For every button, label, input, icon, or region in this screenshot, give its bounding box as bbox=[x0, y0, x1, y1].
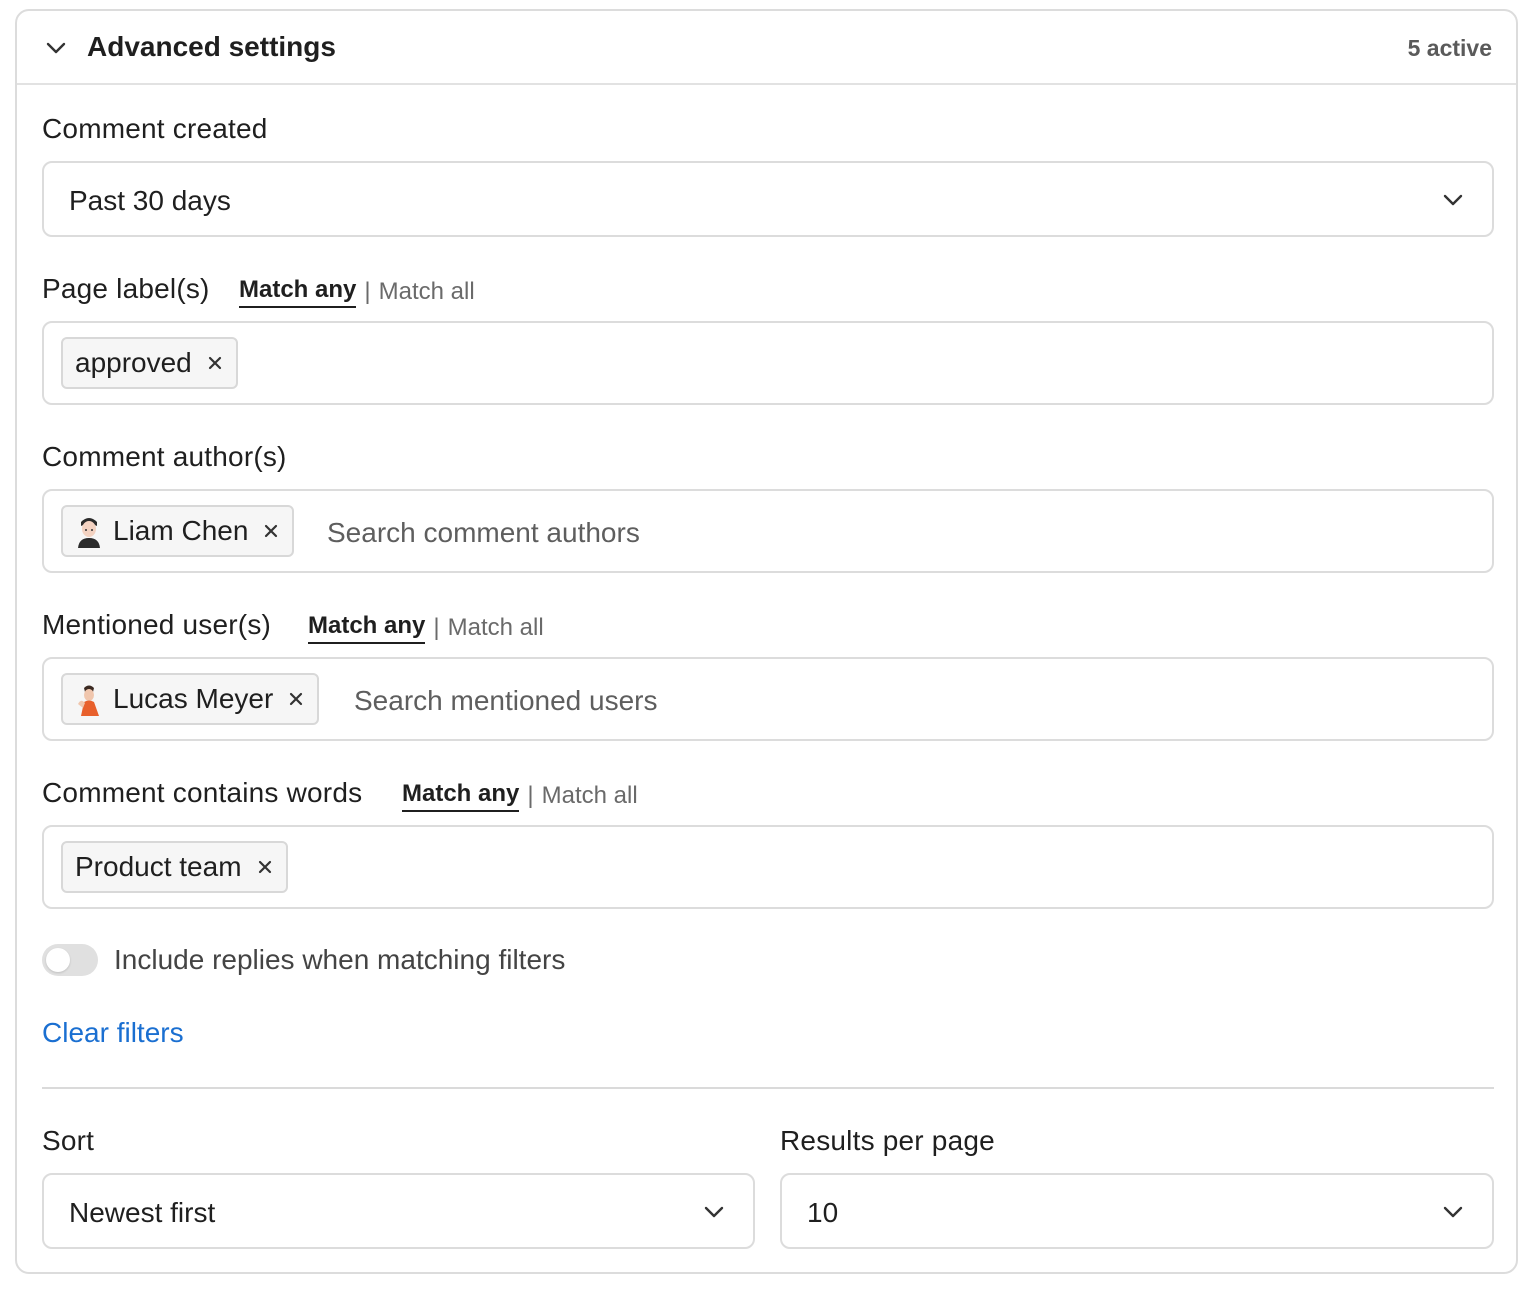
match-any-option[interactable]: Match any bbox=[239, 276, 357, 308]
results-per-page-select[interactable]: 10 bbox=[780, 1173, 1494, 1249]
comment-created-value: Past 30 days bbox=[69, 185, 231, 216]
chevron-down-icon[interactable] bbox=[45, 39, 67, 57]
close-icon[interactable] bbox=[264, 524, 278, 538]
include-replies-toggle[interactable] bbox=[42, 944, 98, 976]
comment-created-label: Comment created bbox=[42, 113, 268, 144]
avatar bbox=[78, 518, 100, 548]
mentioned-user-chip: Lucas Meyer bbox=[61, 673, 320, 725]
chip-label: Liam Chen bbox=[113, 515, 249, 546]
search-mentioned-users-input[interactable]: Search mentioned users bbox=[354, 685, 658, 717]
comment-created-select[interactable]: Past 30 days bbox=[42, 161, 1494, 237]
match-all-option[interactable]: Match all bbox=[379, 278, 475, 306]
page-labels-field[interactable]: approved bbox=[42, 321, 1494, 405]
chip-label: Lucas Meyer bbox=[113, 683, 274, 714]
match-separator: | bbox=[433, 614, 440, 641]
advanced-settings-panel: Advanced settings 5 active Comment creat… bbox=[15, 9, 1518, 1274]
panel-header[interactable]: Advanced settings 5 active bbox=[17, 11, 1516, 85]
match-all-option[interactable]: Match all bbox=[542, 782, 638, 810]
results-per-page-value: 10 bbox=[807, 1197, 839, 1228]
match-separator: | bbox=[527, 782, 534, 809]
sort-select[interactable]: Newest first bbox=[42, 1173, 755, 1249]
match-all-option[interactable]: Match all bbox=[448, 614, 544, 642]
page-labels-label: Page label(s) bbox=[42, 273, 210, 304]
close-icon[interactable] bbox=[258, 860, 272, 874]
comment-authors-field[interactable]: Liam Chen Search comment authors bbox=[42, 489, 1494, 573]
close-icon[interactable] bbox=[208, 356, 222, 370]
toggle-knob bbox=[46, 948, 70, 972]
comment-words-field[interactable]: Product team bbox=[42, 825, 1494, 909]
match-any-option[interactable]: Match any bbox=[402, 780, 520, 812]
sort-label: Sort bbox=[42, 1125, 95, 1156]
active-count-badge: 5 active bbox=[1407, 35, 1492, 61]
mentioned-users-field[interactable]: Lucas Meyer Search mentioned users bbox=[42, 657, 1494, 741]
chip-label: approved bbox=[75, 347, 192, 378]
sort-value: Newest first bbox=[69, 1197, 216, 1228]
divider bbox=[42, 1087, 1494, 1089]
search-authors-input[interactable]: Search comment authors bbox=[327, 517, 640, 549]
results-per-page-label: Results per page bbox=[780, 1125, 995, 1156]
chevron-down-icon bbox=[1443, 194, 1463, 206]
chip-label: Product team bbox=[75, 851, 242, 882]
mentioned-users-match-toggle: Match any | Match all bbox=[308, 612, 544, 644]
word-chip: Product team bbox=[61, 841, 288, 893]
close-icon[interactable] bbox=[289, 692, 303, 706]
label-chip: approved bbox=[61, 337, 238, 389]
mentioned-users-label: Mentioned user(s) bbox=[42, 609, 272, 640]
page-labels-match-toggle: Match any | Match all bbox=[239, 276, 475, 308]
comment-authors-label: Comment author(s) bbox=[42, 441, 287, 472]
chevron-down-icon bbox=[1443, 1206, 1463, 1218]
comment-words-match-toggle: Match any | Match all bbox=[402, 780, 638, 812]
clear-filters-link[interactable]: Clear filters bbox=[42, 1017, 184, 1049]
match-separator: | bbox=[364, 278, 371, 305]
panel-title: Advanced settings bbox=[87, 31, 336, 62]
comment-words-label: Comment contains words bbox=[42, 777, 363, 808]
author-chip: Liam Chen bbox=[61, 505, 295, 557]
avatar bbox=[78, 685, 99, 716]
match-any-option[interactable]: Match any bbox=[308, 612, 426, 644]
chevron-down-icon bbox=[704, 1206, 724, 1218]
include-replies-label: Include replies when matching filters bbox=[114, 944, 566, 975]
